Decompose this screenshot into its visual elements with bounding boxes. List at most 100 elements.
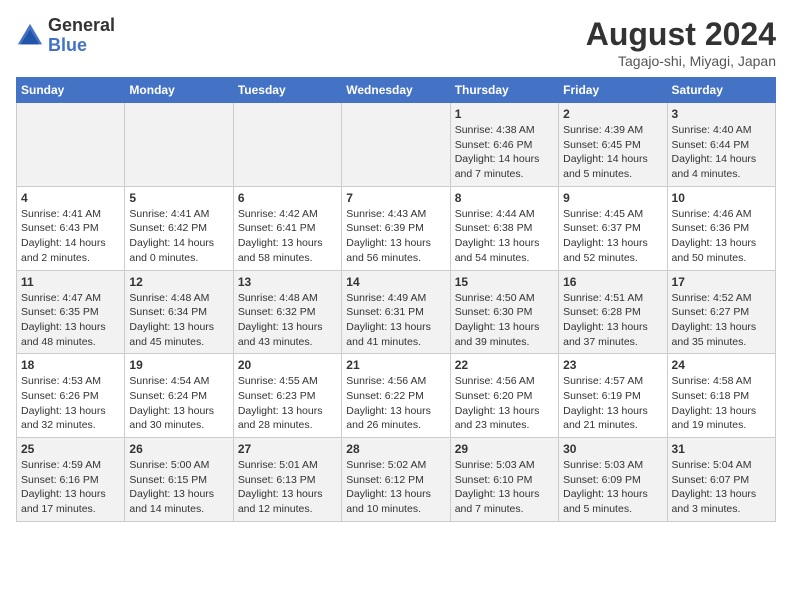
day-info: Sunrise: 5:02 AM Sunset: 6:12 PM Dayligh… <box>346 458 445 517</box>
header-cell-wednesday: Wednesday <box>342 78 450 103</box>
day-info: Sunrise: 4:53 AM Sunset: 6:26 PM Dayligh… <box>21 374 120 433</box>
day-cell: 15Sunrise: 4:50 AM Sunset: 6:30 PM Dayli… <box>450 270 558 354</box>
day-info: Sunrise: 4:43 AM Sunset: 6:39 PM Dayligh… <box>346 207 445 266</box>
day-cell: 9Sunrise: 4:45 AM Sunset: 6:37 PM Daylig… <box>559 186 667 270</box>
day-info: Sunrise: 4:46 AM Sunset: 6:36 PM Dayligh… <box>672 207 771 266</box>
day-number: 14 <box>346 275 445 289</box>
week-row-2: 11 Sunrise: 4:47 AM Sunset: 6:35 PM Dayli… <box>17 270 776 354</box>
day-number: 7 <box>346 191 445 205</box>
logo-text-general: General <box>48 15 115 35</box>
day-info: Sunrise: 4:42 AM Sunset: 6:41 PM Dayligh… <box>238 207 337 266</box>
week-row-4: 25Sunrise: 4:59 AM Sunset: 6:16 PM Dayli… <box>17 438 776 522</box>
day-cell: 4 Sunrise: 4:41 AM Sunset: 6:43 PM Daylig… <box>17 186 125 270</box>
day-cell: 24 Sunrise: 4:58 AM Sunset: 6:18 PM Dayli… <box>667 354 775 438</box>
day-cell: 20 Sunrise: 4:55 AM Sunset: 6:23 PM Dayli… <box>233 354 341 438</box>
day-number: 23 <box>563 358 662 372</box>
header-cell-monday: Monday <box>125 78 233 103</box>
day-cell: 16 Sunrise: 4:51 AM Sunset: 6:28 PM Dayli… <box>559 270 667 354</box>
day-number: 16 <box>563 275 662 289</box>
day-info: Sunrise: 4:41 AM Sunset: 6:43 PM Dayligh… <box>21 207 120 266</box>
week-row-0: 1Sunrise: 4:38 AM Sunset: 6:46 PM Daylig… <box>17 103 776 187</box>
day-cell: 5Sunrise: 4:41 AM Sunset: 6:42 PM Daylig… <box>125 186 233 270</box>
calendar-table: SundayMondayTuesdayWednesdayThursdayFrid… <box>16 77 776 522</box>
day-cell: 21Sunrise: 4:56 AM Sunset: 6:22 PM Dayli… <box>342 354 450 438</box>
header-row: SundayMondayTuesdayWednesdayThursdayFrid… <box>17 78 776 103</box>
day-cell <box>342 103 450 187</box>
day-cell: 22 Sunrise: 4:56 AM Sunset: 6:20 PM Dayli… <box>450 354 558 438</box>
header-cell-tuesday: Tuesday <box>233 78 341 103</box>
day-number: 18 <box>21 358 120 372</box>
day-number: 5 <box>129 191 228 205</box>
day-number: 11 <box>21 275 120 289</box>
logo: General Blue <box>16 16 115 56</box>
header-cell-sunday: Sunday <box>17 78 125 103</box>
day-info: Sunrise: 5:00 AM Sunset: 6:15 PM Dayligh… <box>129 458 228 517</box>
day-info: Sunrise: 4:52 AM Sunset: 6:27 PM Dayligh… <box>672 291 771 350</box>
day-info: Sunrise: 5:01 AM Sunset: 6:13 PM Dayligh… <box>238 458 337 517</box>
day-number: 30 <box>563 442 662 456</box>
week-row-1: 4 Sunrise: 4:41 AM Sunset: 6:43 PM Daylig… <box>17 186 776 270</box>
day-number: 28 <box>346 442 445 456</box>
day-number: 2 <box>563 107 662 121</box>
day-cell: 12Sunrise: 4:48 AM Sunset: 6:34 PM Dayli… <box>125 270 233 354</box>
day-info: Sunrise: 4:57 AM Sunset: 6:19 PM Dayligh… <box>563 374 662 433</box>
title-area: August 2024 Tagajo-shi, Miyagi, Japan <box>586 16 776 69</box>
day-number: 31 <box>672 442 771 456</box>
day-info: Sunrise: 5:03 AM Sunset: 6:09 PM Dayligh… <box>563 458 662 517</box>
day-number: 6 <box>238 191 337 205</box>
day-info: Sunrise: 4:47 AM Sunset: 6:35 PM Dayligh… <box>21 291 120 350</box>
day-info: Sunrise: 4:48 AM Sunset: 6:34 PM Dayligh… <box>129 291 228 350</box>
day-info: Sunrise: 4:55 AM Sunset: 6:23 PM Dayligh… <box>238 374 337 433</box>
day-number: 3 <box>672 107 771 121</box>
day-number: 8 <box>455 191 554 205</box>
day-cell: 23 Sunrise: 4:57 AM Sunset: 6:19 PM Dayli… <box>559 354 667 438</box>
day-number: 1 <box>455 107 554 121</box>
day-cell: 29 Sunrise: 5:03 AM Sunset: 6:10 PM Dayli… <box>450 438 558 522</box>
day-info: Sunrise: 4:48 AM Sunset: 6:32 PM Dayligh… <box>238 291 337 350</box>
day-cell: 8Sunrise: 4:44 AM Sunset: 6:38 PM Daylig… <box>450 186 558 270</box>
day-info: Sunrise: 4:49 AM Sunset: 6:31 PM Dayligh… <box>346 291 445 350</box>
day-number: 29 <box>455 442 554 456</box>
header: General Blue August 2024 Tagajo-shi, Miy… <box>16 16 776 69</box>
logo-icon <box>16 22 44 50</box>
day-info: Sunrise: 5:03 AM Sunset: 6:10 PM Dayligh… <box>455 458 554 517</box>
day-info: Sunrise: 4:58 AM Sunset: 6:18 PM Dayligh… <box>672 374 771 433</box>
day-cell: 18 Sunrise: 4:53 AM Sunset: 6:26 PM Dayli… <box>17 354 125 438</box>
week-row-3: 18 Sunrise: 4:53 AM Sunset: 6:26 PM Dayli… <box>17 354 776 438</box>
day-number: 9 <box>563 191 662 205</box>
day-cell: 27 Sunrise: 5:01 AM Sunset: 6:13 PM Dayli… <box>233 438 341 522</box>
location-title: Tagajo-shi, Miyagi, Japan <box>586 53 776 69</box>
day-cell: 28 Sunrise: 5:02 AM Sunset: 6:12 PM Dayli… <box>342 438 450 522</box>
day-cell <box>233 103 341 187</box>
day-number: 27 <box>238 442 337 456</box>
day-number: 25 <box>21 442 120 456</box>
day-number: 19 <box>129 358 228 372</box>
day-info: Sunrise: 4:56 AM Sunset: 6:22 PM Dayligh… <box>346 374 445 433</box>
header-cell-friday: Friday <box>559 78 667 103</box>
day-cell: 13Sunrise: 4:48 AM Sunset: 6:32 PM Dayli… <box>233 270 341 354</box>
day-cell: 14 Sunrise: 4:49 AM Sunset: 6:31 PM Dayli… <box>342 270 450 354</box>
day-cell: 31 Sunrise: 5:04 AM Sunset: 6:07 PM Dayli… <box>667 438 775 522</box>
day-number: 17 <box>672 275 771 289</box>
day-cell: 30 Sunrise: 5:03 AM Sunset: 6:09 PM Dayli… <box>559 438 667 522</box>
day-number: 20 <box>238 358 337 372</box>
day-number: 24 <box>672 358 771 372</box>
day-cell: 11 Sunrise: 4:47 AM Sunset: 6:35 PM Dayli… <box>17 270 125 354</box>
day-cell: 7 Sunrise: 4:43 AM Sunset: 6:39 PM Daylig… <box>342 186 450 270</box>
day-cell: 6 Sunrise: 4:42 AM Sunset: 6:41 PM Daylig… <box>233 186 341 270</box>
day-info: Sunrise: 4:40 AM Sunset: 6:44 PM Dayligh… <box>672 123 771 182</box>
header-cell-thursday: Thursday <box>450 78 558 103</box>
day-info: Sunrise: 5:04 AM Sunset: 6:07 PM Dayligh… <box>672 458 771 517</box>
day-number: 22 <box>455 358 554 372</box>
day-info: Sunrise: 4:39 AM Sunset: 6:45 PM Dayligh… <box>563 123 662 182</box>
day-number: 4 <box>21 191 120 205</box>
day-info: Sunrise: 4:54 AM Sunset: 6:24 PM Dayligh… <box>129 374 228 433</box>
day-cell: 1Sunrise: 4:38 AM Sunset: 6:46 PM Daylig… <box>450 103 558 187</box>
day-cell: 25Sunrise: 4:59 AM Sunset: 6:16 PM Dayli… <box>17 438 125 522</box>
day-info: Sunrise: 4:56 AM Sunset: 6:20 PM Dayligh… <box>455 374 554 433</box>
day-cell: 3 Sunrise: 4:40 AM Sunset: 6:44 PM Daylig… <box>667 103 775 187</box>
month-title: August 2024 <box>586 16 776 53</box>
day-cell: 26Sunrise: 5:00 AM Sunset: 6:15 PM Dayli… <box>125 438 233 522</box>
day-cell <box>17 103 125 187</box>
day-info: Sunrise: 4:51 AM Sunset: 6:28 PM Dayligh… <box>563 291 662 350</box>
